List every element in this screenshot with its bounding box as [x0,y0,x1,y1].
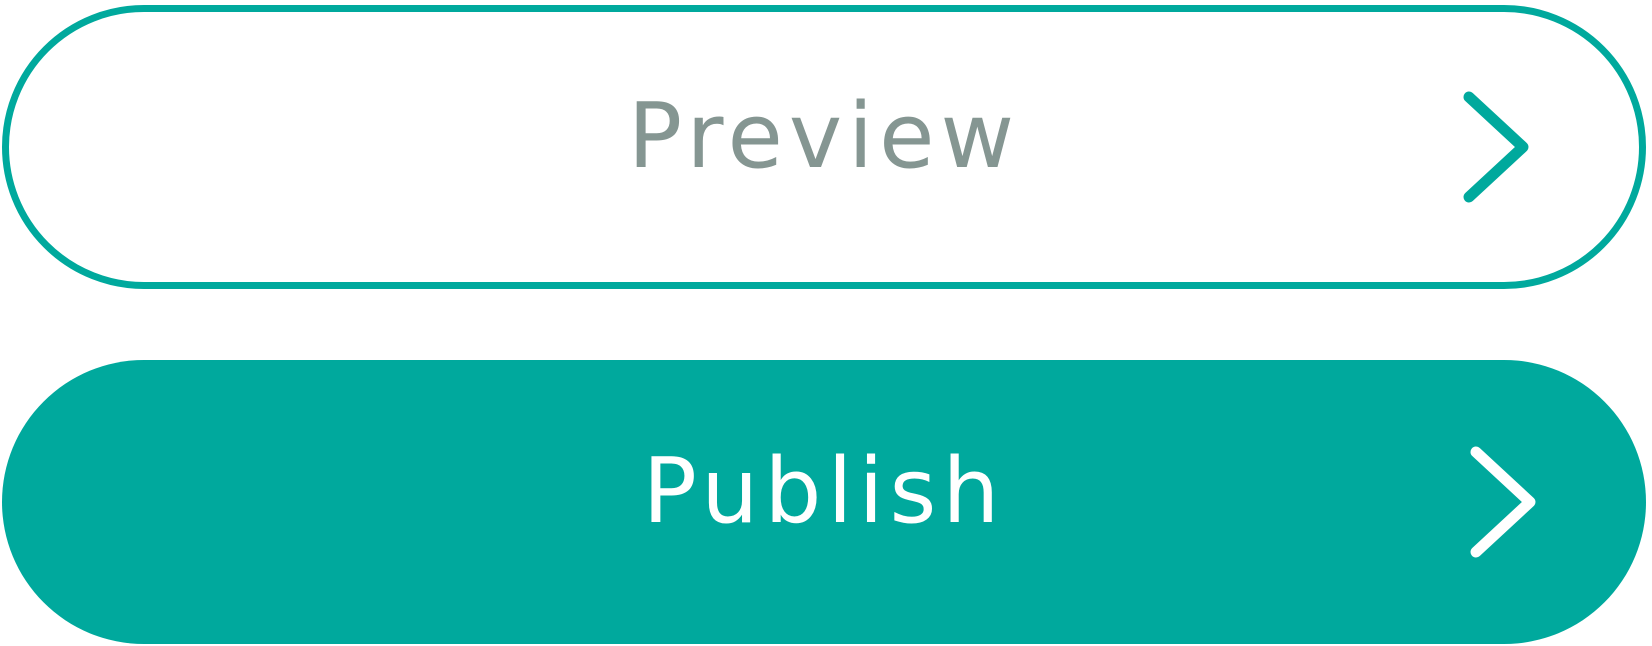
publish-button-label: Publish [642,439,1006,544]
publish-button[interactable]: Publish [2,360,1646,644]
button-stack: Preview Publish [0,0,1652,646]
chevron-right-icon [1461,89,1531,205]
preview-button-label: Preview [627,84,1021,189]
chevron-right-icon [1468,444,1538,560]
preview-button[interactable]: Preview [2,5,1646,289]
